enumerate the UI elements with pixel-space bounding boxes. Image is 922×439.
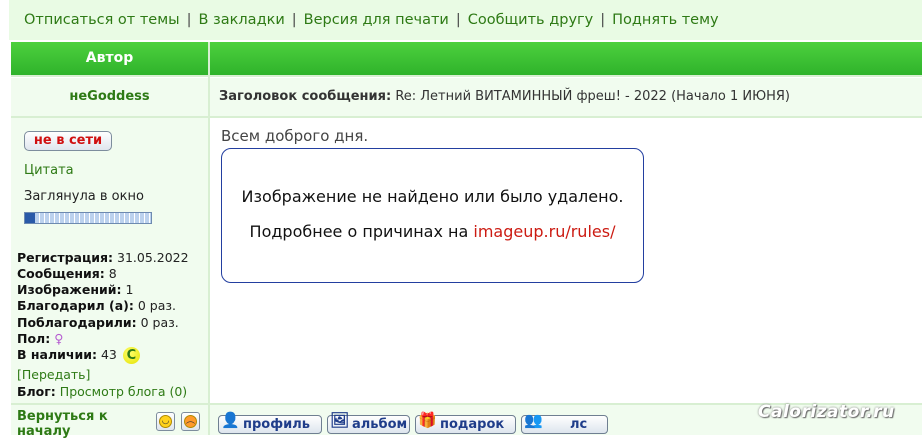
separator: | <box>455 12 461 28</box>
bump-topic-link[interactable]: Поднять тему <box>612 12 719 28</box>
registration-info: Регистрация: 31.05.2022 <box>17 250 189 265</box>
got-thanks-info: Поблагодарили: 0 раз. <box>17 315 179 330</box>
author-column-header: Автор <box>11 42 208 75</box>
print-version-link[interactable]: Версия для печати <box>304 12 449 28</box>
thanked-info: Благодарил (а): 0 раз. <box>17 298 176 313</box>
rules-link[interactable]: imageup.ru/rules/ <box>473 222 615 241</box>
album-icon: 🖼 <box>330 411 350 429</box>
like-smiley-button[interactable]: ◡ <box>156 412 175 431</box>
reputation-fill <box>25 213 36 223</box>
subject-text: Re: Летний ВИТАМИННЫЙ фреш! - 2022 (Нача… <box>395 89 790 104</box>
blog-info: Блог: Просмотр блога (0) <box>17 384 188 399</box>
message-column-header <box>210 42 922 75</box>
transfer-link-row: [Передать] <box>17 367 90 382</box>
offline-status-button[interactable]: не в сети <box>24 131 112 151</box>
missing-image-message: Изображение не найдено или было удалено. <box>241 187 624 206</box>
gift-icon: 🎁 <box>418 411 437 429</box>
divider <box>11 75 922 77</box>
tell-friend-link[interactable]: Сообщить другу <box>468 12 594 28</box>
smiley-angry-icon: ︵ <box>184 415 197 428</box>
profile-button[interactable]: 👤 профиль <box>218 411 322 434</box>
album-button[interactable]: 🖼 альбом <box>327 411 410 434</box>
missing-image-details: Подробнее о причинах на imageup.ru/rules… <box>249 222 616 241</box>
profile-icon: 👤 <box>221 411 240 429</box>
quote-link[interactable]: Цитата <box>24 163 74 178</box>
topic-actions-bar: Отписаться от темы | В закладки | Версия для… <box>9 0 922 40</box>
missing-image-box: Изображение не найдено или было удалено.… <box>221 148 644 283</box>
site-watermark: Calorizator.ru <box>758 402 895 422</box>
separator: | <box>600 12 606 28</box>
separator: | <box>291 12 297 28</box>
unsubscribe-link[interactable]: Отписаться от темы <box>24 12 180 28</box>
post-author-name[interactable]: неGoddess <box>11 78 208 116</box>
separator: | <box>186 12 192 28</box>
private-message-icon: 👥 <box>524 411 543 429</box>
coin-icon: С <box>122 347 140 364</box>
user-status-text: Заглянула в окно <box>24 189 144 204</box>
female-symbol-icon: ♀ <box>54 331 64 346</box>
balance-info: В наличии: 43 С <box>17 347 140 364</box>
images-info: Изображений: 1 <box>17 282 134 297</box>
private-message-button[interactable]: 👥 лс <box>521 411 608 434</box>
dislike-smiley-button[interactable]: ︵ <box>181 412 200 431</box>
post-body-text: Всем доброго дня. <box>221 127 369 145</box>
bookmark-link[interactable]: В закладки <box>199 12 285 28</box>
blog-link[interactable]: Просмотр блога (0) <box>60 384 187 399</box>
messages-info: Сообщения: 8 <box>17 266 117 281</box>
gift-button[interactable]: 🎁 подарок <box>415 411 516 434</box>
transfer-link[interactable]: [Передать] <box>17 367 90 382</box>
subject-label: Заголовок сообщения: <box>219 89 392 104</box>
smiley-happy-icon: ◡ <box>159 415 172 428</box>
reputation-bar <box>24 212 152 224</box>
gender-info: Пол: ♀ <box>17 331 64 346</box>
post-subject: Заголовок сообщения: Re: Летний ВИТАМИНН… <box>210 78 922 116</box>
